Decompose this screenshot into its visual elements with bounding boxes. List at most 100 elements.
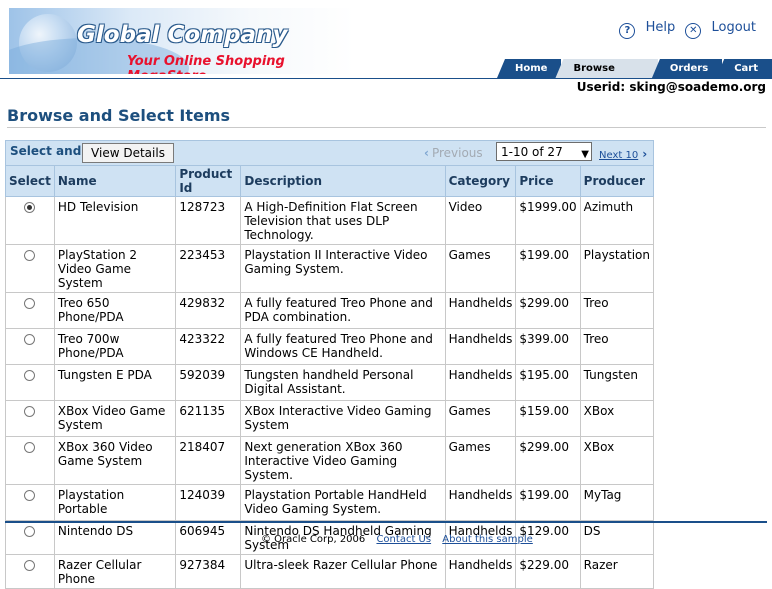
select-cell xyxy=(5,554,55,589)
chevron-right-icon[interactable]: › xyxy=(642,147,647,161)
item-description: Ultra-sleek Razer Cellular Phone xyxy=(240,554,446,589)
item-price: $199.00 xyxy=(515,244,581,293)
select-cell xyxy=(5,520,55,555)
item-producer: MyTag xyxy=(579,484,655,521)
item-description: A High-Definition Flat Screen Television… xyxy=(240,196,446,245)
footer: © Oracle Corp, 2006 Contact Us About thi… xyxy=(261,534,533,545)
col-header-select[interactable]: Select xyxy=(5,165,55,197)
tab-home[interactable]: Home xyxy=(497,59,562,78)
item-category: Video xyxy=(444,196,517,245)
tab-browse-items[interactable]: Browse Items xyxy=(555,59,658,78)
select-radio[interactable] xyxy=(24,526,36,537)
item-name: XBox Video Game System xyxy=(53,400,177,437)
product-id: 128723 xyxy=(175,196,242,245)
tab-underline xyxy=(0,78,772,79)
item-name: Treo 700w Phone/PDA xyxy=(53,328,177,365)
select-radio[interactable] xyxy=(24,442,36,453)
nav-tabs: Home Browse Items Orders Cart xyxy=(497,59,772,78)
select-cell xyxy=(5,196,55,245)
item-name: Razer Cellular Phone xyxy=(53,554,177,589)
col-header-product-id[interactable]: Product Id xyxy=(175,165,242,197)
item-name: Playstation Portable xyxy=(53,484,177,521)
item-description: Next generation XBox 360 Interactive Vid… xyxy=(240,436,446,485)
product-id: 423322 xyxy=(175,328,242,365)
item-price: $299.00 xyxy=(515,292,581,329)
item-producer: Azimuth xyxy=(579,196,655,245)
product-id: 223453 xyxy=(175,244,242,293)
item-price: $399.00 xyxy=(515,328,581,365)
table-row: XBox Video Game System 621135 XBox Interac… xyxy=(5,400,655,437)
col-header-description[interactable]: Description xyxy=(240,165,446,197)
select-radio[interactable] xyxy=(24,250,36,261)
company-tagline: Your Online Shopping MegaStore xyxy=(127,54,285,74)
table-header-row: Select Name Product Id Description Categ… xyxy=(5,165,655,197)
select-radio[interactable] xyxy=(24,490,36,501)
col-header-category[interactable]: Category xyxy=(444,165,517,197)
item-description: A fully featured Treo Phone and Windows … xyxy=(240,328,446,365)
item-description: Tungsten handheld Personal Digital Assis… xyxy=(240,364,446,401)
item-price: $195.00 xyxy=(515,364,581,401)
next-page[interactable]: Next 10 › xyxy=(599,147,647,161)
item-price: $199.00 xyxy=(515,484,581,521)
table-row: Tungsten E PDA 592039 Tungsten handheld Pe… xyxy=(5,364,655,401)
item-category: Games xyxy=(444,244,517,293)
select-cell xyxy=(5,364,55,401)
item-category: Handhelds xyxy=(444,364,517,401)
select-cell xyxy=(5,436,55,485)
select-radio[interactable] xyxy=(24,370,36,381)
item-producer: Treo xyxy=(579,328,655,365)
top-links: ? Help ✕ Logout xyxy=(619,20,756,39)
select-radio[interactable] xyxy=(24,298,36,309)
table-row: Treo 650 Phone/PDA 429832 A fully featured… xyxy=(5,292,655,329)
user-id: Userid: sking@soademo.org xyxy=(576,80,766,94)
previous-label: Previous xyxy=(431,146,483,160)
tab-cart[interactable]: Cart xyxy=(716,59,772,78)
item-producer: Tungsten xyxy=(579,364,655,401)
select-cell xyxy=(5,400,55,437)
help-link[interactable]: Help xyxy=(646,20,676,35)
help-icon[interactable]: ? xyxy=(619,23,636,39)
item-description: Playstation Portable HandHeld Video Gami… xyxy=(240,484,446,521)
select-radio[interactable] xyxy=(24,560,36,571)
col-header-price[interactable]: Price xyxy=(515,165,581,197)
table-row: Treo 700w Phone/PDA 423322 A fully feature… xyxy=(5,328,655,365)
view-details-button[interactable]: View Details xyxy=(82,143,174,163)
select-cell xyxy=(5,484,55,521)
chevron-left-icon: ‹ xyxy=(424,146,429,160)
col-header-name[interactable]: Name xyxy=(53,165,177,197)
item-producer: Treo xyxy=(579,292,655,329)
select-radio[interactable] xyxy=(24,334,36,345)
item-name: Nintendo DS xyxy=(53,520,177,555)
next-link[interactable]: Next 10 xyxy=(599,150,638,161)
range-value: 1-10 of 27 xyxy=(501,145,563,159)
item-description: Playstation II Interactive Video Gaming … xyxy=(240,244,446,293)
footer-divider xyxy=(5,521,767,523)
item-category: Handhelds xyxy=(444,328,517,365)
product-id: 218407 xyxy=(175,436,242,485)
select-and-label: Select and xyxy=(10,144,82,158)
select-cell xyxy=(5,244,55,293)
select-radio[interactable] xyxy=(24,406,36,417)
item-producer: XBox xyxy=(579,400,655,437)
contact-us-link[interactable]: Contact Us xyxy=(376,534,431,545)
item-name: Treo 650 Phone/PDA xyxy=(53,292,177,329)
col-header-producer[interactable]: Producer xyxy=(579,165,655,197)
company-banner: Global Company Your Online Shopping Mega… xyxy=(9,8,355,74)
item-price: $229.00 xyxy=(515,554,581,589)
table-row: HD Television 128723 A High-Definition Fla… xyxy=(5,196,655,245)
range-select[interactable]: 1-10 of 27 ▼ xyxy=(496,142,592,161)
product-id: 621135 xyxy=(175,400,242,437)
tab-orders[interactable]: Orders xyxy=(651,59,723,78)
table-row: Razer Cellular Phone 927384 Ultra-sleek Ra… xyxy=(5,554,655,589)
logout-link[interactable]: Logout xyxy=(711,20,756,35)
logout-icon[interactable]: ✕ xyxy=(685,23,702,39)
item-category: Games xyxy=(444,436,517,485)
item-description: XBox Interactive Video Gaming System xyxy=(240,400,446,437)
item-producer: DS xyxy=(579,520,655,555)
select-cell xyxy=(5,328,55,365)
product-id: 124039 xyxy=(175,484,242,521)
select-radio[interactable] xyxy=(24,202,36,213)
about-sample-link[interactable]: About this sample xyxy=(442,534,533,545)
items-table: Select Name Product Id Description Categ… xyxy=(5,165,655,589)
item-name: Tungsten E PDA xyxy=(53,364,177,401)
